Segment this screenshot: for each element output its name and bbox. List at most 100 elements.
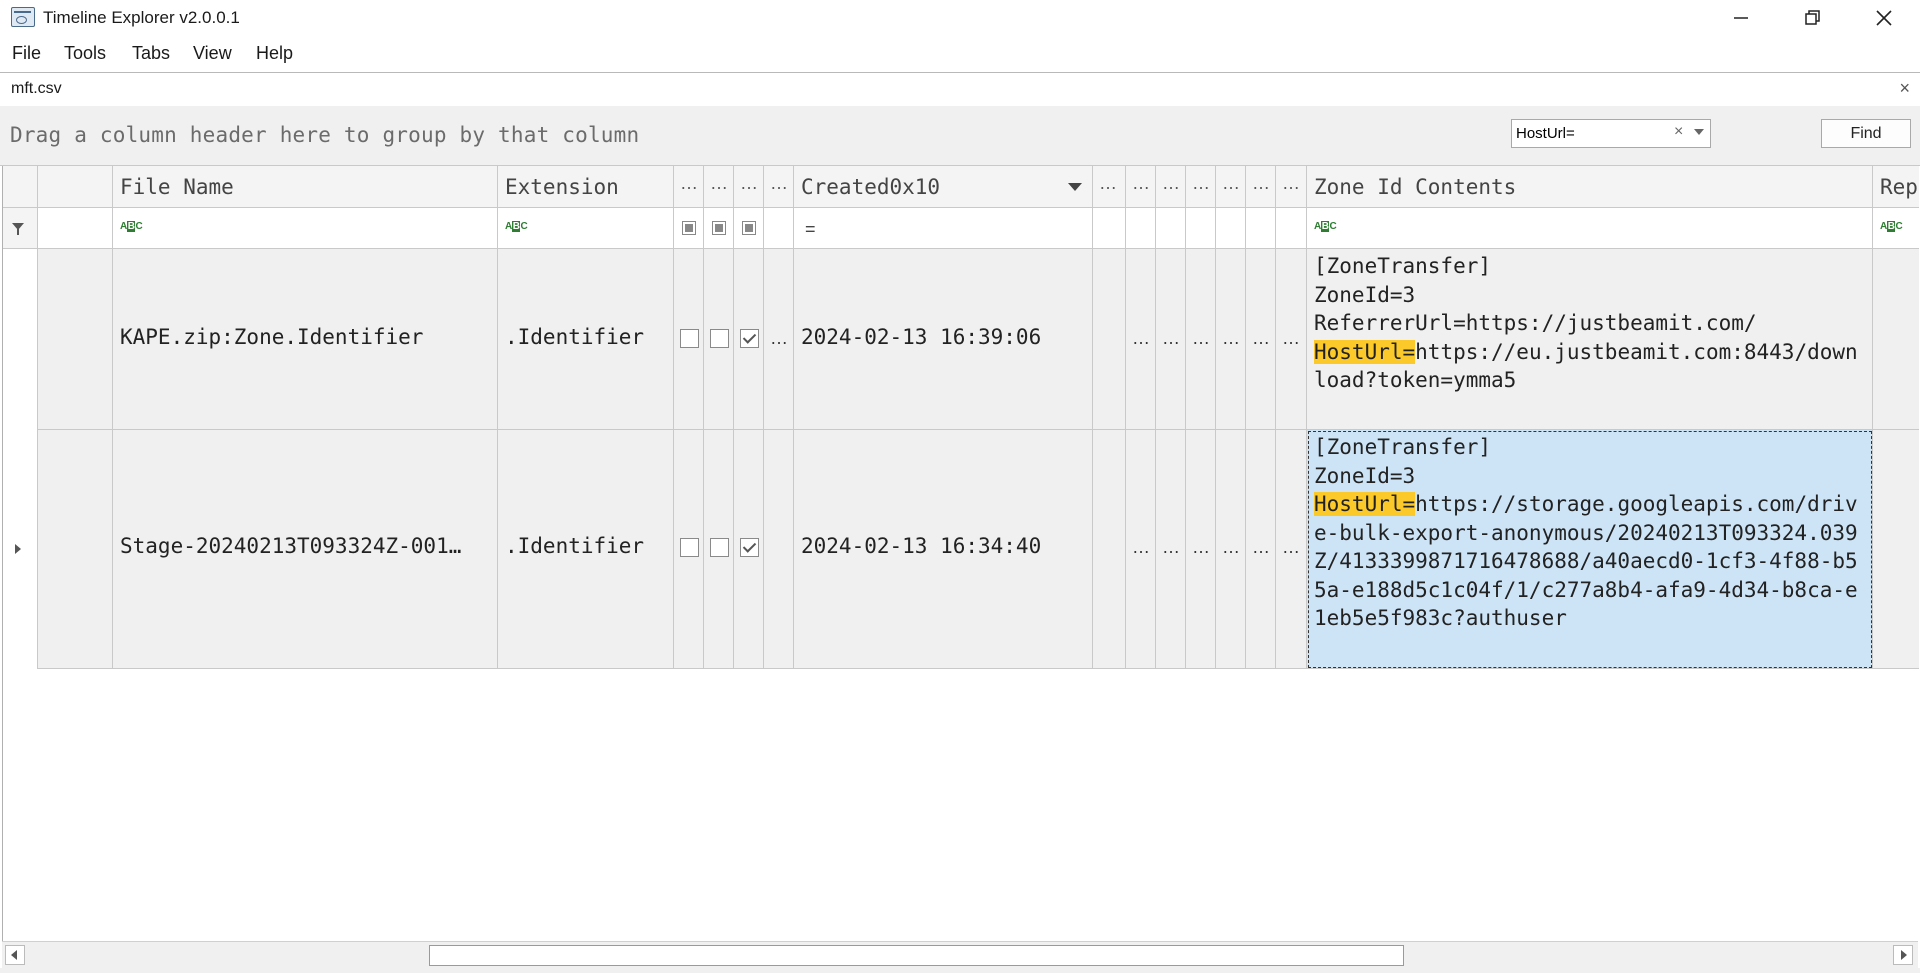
column-header-extension[interactable]: Extension [498, 166, 674, 208]
table-cell-collapsed[interactable]: … [1126, 430, 1156, 669]
filter-cell[interactable] [1216, 208, 1246, 249]
table-cell-collapsed[interactable]: … [1276, 430, 1307, 669]
table-cell-extension[interactable]: .Identifier [498, 249, 674, 430]
column-header-collapsed[interactable]: … [1186, 166, 1216, 208]
filter-checkbox[interactable] [734, 208, 764, 249]
column-header-collapsed[interactable]: … [1093, 166, 1126, 208]
filter-cell[interactable] [764, 208, 794, 249]
table-cell-check[interactable] [674, 430, 704, 669]
checkbox-checked[interactable] [740, 329, 759, 348]
table-cell-collapsed[interactable]: … [1186, 430, 1216, 669]
column-header-collapsed[interactable]: … [1156, 166, 1186, 208]
table-cell-created[interactable]: 2024-02-13 16:34:40 [794, 430, 1093, 669]
table-cell-collapsed[interactable]: … [1156, 430, 1186, 669]
scroll-right-icon[interactable] [1893, 945, 1913, 965]
data-grid[interactable]: File Name Extension … … … … Created0x10 … [2, 166, 1919, 941]
table-cell[interactable] [1093, 249, 1126, 430]
indeterminate-checkbox-icon[interactable] [742, 221, 756, 235]
table-cell-collapsed[interactable]: … [1156, 249, 1186, 430]
table-cell-extension[interactable]: .Identifier [498, 430, 674, 669]
table-cell-collapsed[interactable]: … [1246, 249, 1276, 430]
search-box[interactable]: × [1511, 119, 1711, 148]
checkbox[interactable] [680, 329, 699, 348]
indeterminate-checkbox-icon[interactable] [682, 221, 696, 235]
filter-cell[interactable] [1156, 208, 1186, 249]
filter-created[interactable]: = [794, 208, 1093, 249]
menu-tools[interactable]: Tools [64, 43, 106, 64]
filter-cell[interactable] [38, 208, 113, 249]
column-header-collapsed[interactable]: … [674, 166, 704, 208]
scrollbar-thumb[interactable] [429, 945, 1404, 966]
group-panel[interactable]: Drag a column header here to group by th… [0, 106, 1920, 166]
table-cell-check[interactable] [704, 430, 734, 669]
filter-cell[interactable] [1093, 208, 1126, 249]
table-cell-file-name[interactable]: Stage-20240213T093324Z-001… [113, 430, 498, 669]
table-cell-rep[interactable] [1873, 430, 1919, 669]
menu-view[interactable]: View [193, 43, 232, 64]
horizontal-scrollbar[interactable] [2, 941, 1918, 969]
table-cell-zone-id-selected[interactable]: [ZoneTransfer] ZoneId=3 HostUrl=https://… [1307, 430, 1873, 669]
filter-zone-id[interactable]: ABC [1307, 208, 1873, 249]
table-cell[interactable] [764, 430, 794, 669]
tab-mft-csv[interactable]: mft.csv [11, 80, 62, 98]
restore-button[interactable] [1777, 0, 1849, 36]
column-header-created[interactable]: Created0x10 [794, 166, 1093, 208]
indeterminate-checkbox-icon[interactable] [712, 221, 726, 235]
column-header-collapsed[interactable]: … [734, 166, 764, 208]
table-cell-rep[interactable] [1873, 249, 1919, 430]
column-header-collapsed[interactable]: … [704, 166, 734, 208]
table-cell-collapsed[interactable]: … [1126, 249, 1156, 430]
filter-file-name[interactable]: ABC [113, 208, 498, 249]
filter-cell[interactable] [1186, 208, 1216, 249]
column-header-collapsed[interactable]: … [1246, 166, 1276, 208]
filter-checkbox[interactable] [674, 208, 704, 249]
checkbox[interactable] [710, 538, 729, 557]
table-cell-check[interactable] [674, 249, 704, 430]
menu-file[interactable]: File [12, 43, 41, 64]
clear-icon[interactable]: × [1674, 123, 1683, 141]
column-header-collapsed[interactable]: … [1126, 166, 1156, 208]
filter-rep[interactable]: ABC [1873, 208, 1919, 249]
checkbox-checked[interactable] [740, 538, 759, 557]
column-header-zone-id-contents[interactable]: Zone Id Contents [1307, 166, 1873, 208]
table-cell-created[interactable]: 2024-02-13 16:39:06 [794, 249, 1093, 430]
column-header-file-name[interactable]: File Name [113, 166, 498, 208]
table-cell-collapsed[interactable]: … [1216, 249, 1246, 430]
table-cell-collapsed[interactable]: … [764, 249, 794, 430]
search-input[interactable] [1516, 123, 1666, 143]
table-cell-collapsed[interactable]: … [1216, 430, 1246, 669]
table-cell-zone-id[interactable]: [ZoneTransfer] ZoneId=3 ReferrerUrl=http… [1307, 249, 1873, 430]
table-cell-check[interactable] [734, 430, 764, 669]
column-header-collapsed[interactable]: … [764, 166, 794, 208]
filter-cell[interactable] [1246, 208, 1276, 249]
table-cell[interactable] [38, 249, 113, 430]
table-cell-collapsed[interactable]: … [1186, 249, 1216, 430]
table-cell-file-name[interactable]: KAPE.zip:Zone.Identifier [113, 249, 498, 430]
column-header-rep[interactable]: Rep [1873, 166, 1919, 208]
header-line[interactable] [38, 166, 113, 208]
filter-cell[interactable] [1276, 208, 1307, 249]
menu-tabs[interactable]: Tabs [132, 43, 170, 64]
sort-descending-icon[interactable] [1068, 183, 1082, 191]
table-cell-check[interactable] [704, 249, 734, 430]
table-cell-collapsed[interactable]: … [1276, 249, 1307, 430]
column-header-collapsed[interactable]: … [1216, 166, 1246, 208]
checkbox[interactable] [710, 329, 729, 348]
filter-extension[interactable]: ABC [498, 208, 674, 249]
table-cell-collapsed[interactable]: … [1246, 430, 1276, 669]
row-indicator[interactable] [3, 430, 38, 669]
tab-close-icon[interactable]: × [1899, 78, 1910, 99]
scroll-left-icon[interactable] [5, 945, 25, 965]
find-button[interactable]: Find [1821, 119, 1911, 148]
minimize-button[interactable] [1705, 0, 1777, 36]
table-cell-check[interactable] [734, 249, 764, 430]
filter-cell[interactable] [1126, 208, 1156, 249]
close-window-button[interactable] [1848, 0, 1920, 36]
table-cell[interactable] [1093, 430, 1126, 669]
chevron-down-icon[interactable] [1694, 129, 1704, 135]
table-cell[interactable] [38, 430, 113, 669]
checkbox[interactable] [680, 538, 699, 557]
menu-help[interactable]: Help [256, 43, 293, 64]
column-header-collapsed[interactable]: … [1276, 166, 1307, 208]
filter-checkbox[interactable] [704, 208, 734, 249]
